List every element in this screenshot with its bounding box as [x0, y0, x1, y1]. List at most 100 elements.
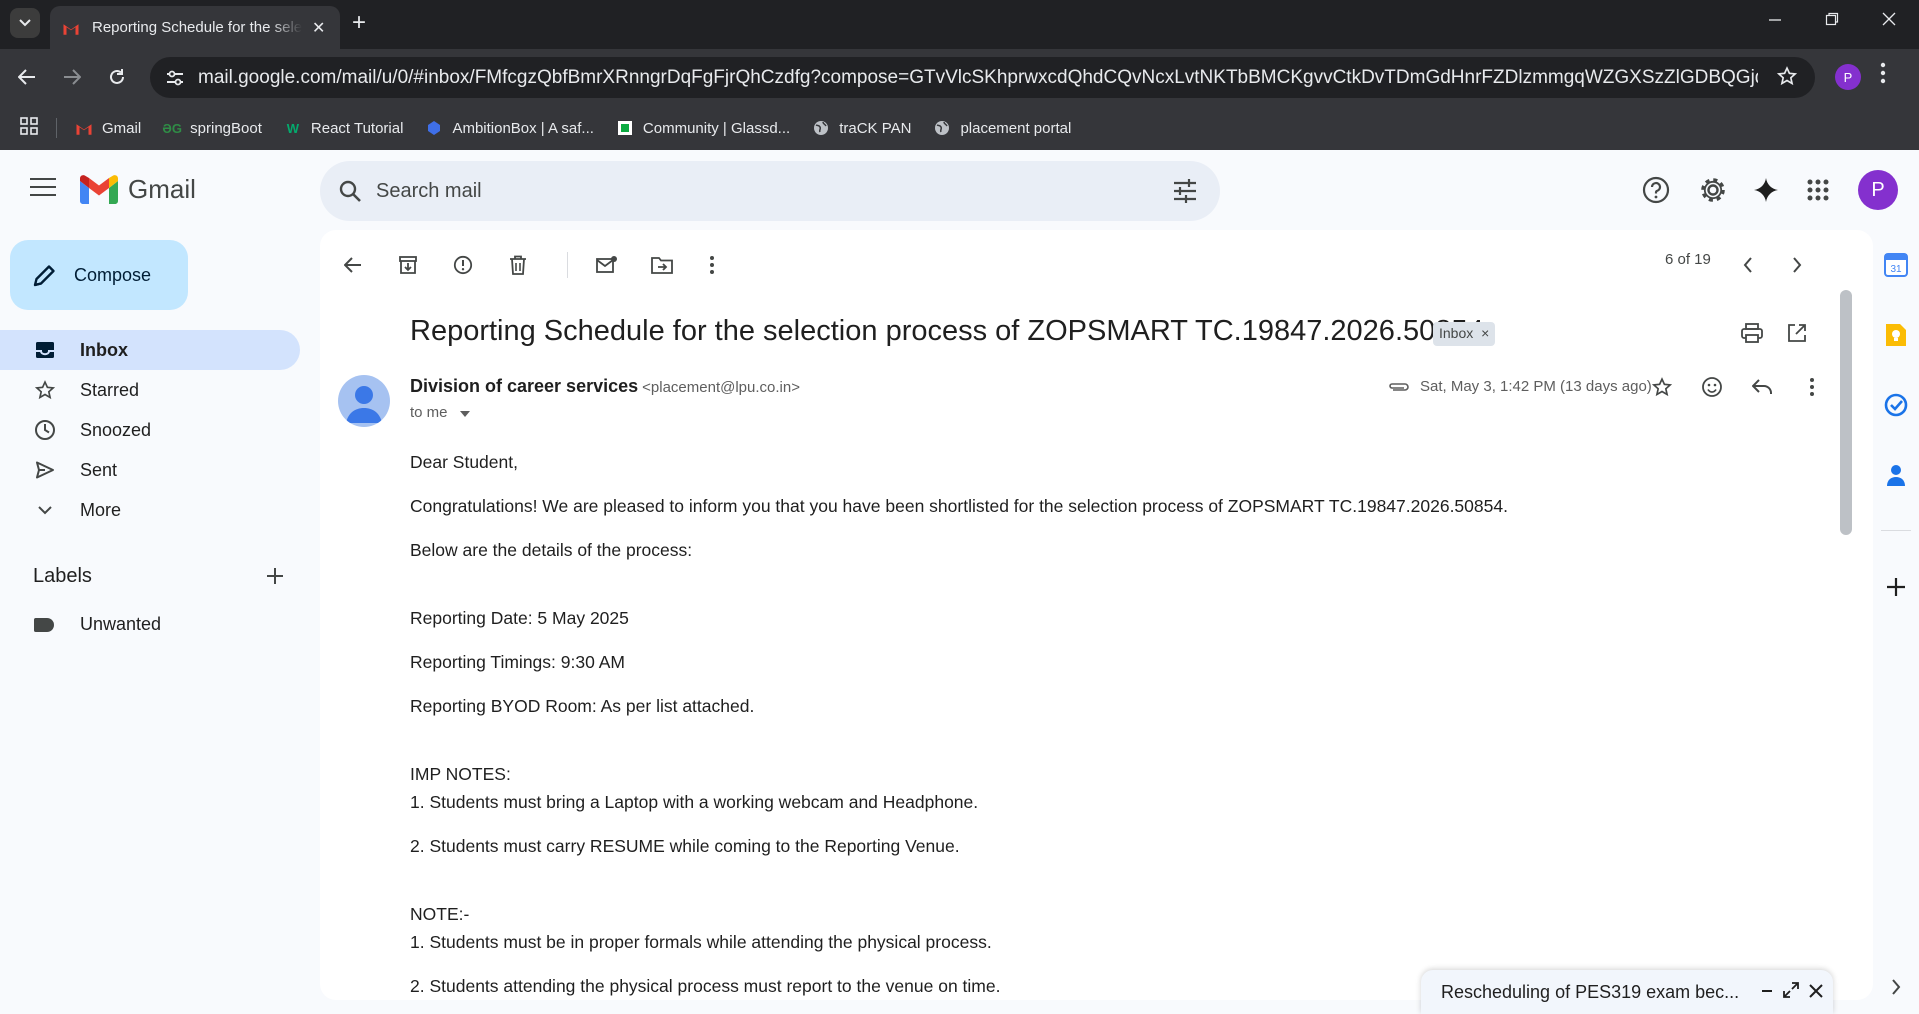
minimized-compose-window[interactable]: Rescheduling of PES319 exam bec... [1421, 970, 1833, 1014]
sender-email: <placement@lpu.co.in> [642, 379, 800, 396]
search-icon[interactable] [338, 179, 362, 203]
label-chip-inbox[interactable]: Inbox × [1433, 322, 1496, 346]
url-text[interactable]: mail.google.com/mail/u/0/#inbox/FMfcgzQb… [198, 67, 1758, 89]
minimize-icon [1769, 19, 1781, 21]
reply-button[interactable] [1747, 372, 1777, 402]
apps-grid-icon[interactable] [20, 116, 38, 140]
recipient-details[interactable]: to me [410, 404, 470, 421]
browser-tab-active[interactable]: Reporting Schedule for the selection pro… [50, 6, 340, 49]
newer-message-button[interactable] [1733, 250, 1763, 280]
sender-display-name: Division of career services [410, 376, 639, 396]
main-menu-icon[interactable] [30, 178, 56, 202]
search-options-icon[interactable] [1172, 178, 1198, 209]
create-label-button[interactable] [266, 561, 284, 592]
print-icon [1741, 323, 1763, 343]
contacts-icon[interactable] [1873, 455, 1919, 495]
reload-icon [110, 69, 124, 84]
sender-name[interactable]: Division of career services <placement@lp… [410, 376, 800, 397]
new-tab-button[interactable]: + [352, 10, 366, 36]
expand-side-panel-icon[interactable] [1873, 967, 1919, 1007]
nav-item-more[interactable]: More [0, 490, 300, 530]
address-bar[interactable]: mail.google.com/mail/u/0/#inbox/FMfcgzQb… [150, 57, 1815, 98]
message-more-button[interactable] [1797, 372, 1827, 402]
body-spacer [410, 740, 1710, 764]
compose-draft-title[interactable]: Rescheduling of PES319 exam bec... [1441, 982, 1751, 1003]
back-button[interactable] [12, 62, 42, 92]
restore-window-button[interactable] [1825, 10, 1839, 31]
older-message-button[interactable] [1782, 250, 1812, 280]
pencil-icon [33, 265, 55, 287]
bookmark-glassdoor[interactable]: Community | Glassd... [616, 119, 790, 137]
keep-icon[interactable] [1873, 315, 1919, 355]
mark-unread-button[interactable] [592, 250, 622, 280]
caret-down-icon[interactable] [459, 411, 470, 417]
minimize-window-button[interactable] [1768, 10, 1782, 31]
label-item-unwanted[interactable]: Unwanted [34, 614, 161, 635]
bookmark-placement-portal[interactable]: placement portal [933, 119, 1071, 137]
close-icon[interactable]: ✕ [312, 18, 325, 38]
print-all-button[interactable] [1737, 318, 1767, 348]
close-icon[interactable] [1809, 982, 1823, 1003]
account-avatar[interactable]: P [1858, 170, 1898, 210]
calendar-icon[interactable]: 31 [1873, 245, 1919, 285]
delete-button[interactable] [503, 250, 533, 280]
bookmark-react-tutorial[interactable]: W React Tutorial [284, 119, 404, 137]
more-vert-icon [710, 256, 714, 274]
bookmark-ambitionbox[interactable]: AmbitionBox | A saf... [425, 119, 594, 137]
trash-icon [510, 255, 526, 275]
tasks-icon[interactable] [1873, 385, 1919, 425]
browser-profile-avatar[interactable]: P [1835, 64, 1861, 90]
label-chip-text: Inbox [1439, 325, 1474, 341]
star-icon [34, 379, 56, 401]
help-icon[interactable] [1640, 174, 1672, 206]
chevron-left-icon [1743, 257, 1752, 273]
ambitionbox-icon [425, 119, 443, 137]
remove-label-icon[interactable]: × [1481, 325, 1489, 341]
compose-button[interactable]: Compose [10, 240, 188, 310]
add-reaction-button[interactable] [1697, 372, 1727, 402]
sender-avatar[interactable] [338, 375, 390, 427]
move-to-button[interactable] [647, 250, 677, 280]
forward-button[interactable] [57, 62, 87, 92]
gmail-logo[interactable]: Gmail [80, 174, 196, 205]
close-window-button[interactable] [1882, 10, 1896, 31]
star-icon [1652, 377, 1672, 397]
star-message-button[interactable] [1647, 372, 1677, 402]
side-panel-divider [1881, 530, 1911, 531]
bookmark-springboot[interactable]: ƏG springBoot [162, 119, 262, 137]
nav-item-sent[interactable]: Sent [0, 450, 300, 490]
open-new-window-button[interactable] [1782, 318, 1812, 348]
plus-icon [267, 568, 283, 584]
bookmark-label: React Tutorial [310, 119, 404, 137]
chevron-down-icon [34, 499, 56, 521]
nav-item-inbox[interactable]: Inbox [0, 330, 300, 370]
message-timestamp: Sat, May 3, 1:42 PM (13 days ago) [1388, 378, 1652, 395]
browser-menu-icon[interactable] [1880, 62, 1886, 90]
nav-item-starred[interactable]: Starred [0, 370, 300, 410]
search-input[interactable]: Search mail [376, 180, 482, 203]
full-screen-icon[interactable] [1783, 981, 1799, 1003]
reload-button[interactable] [102, 62, 132, 92]
bookmark-star-icon[interactable] [1776, 66, 1798, 92]
gmail-wordmark: Gmail [128, 174, 196, 204]
bookmark-label: Community | Glassd... [642, 119, 791, 137]
gemini-sparkle-icon[interactable] [1750, 174, 1782, 206]
settings-gear-icon[interactable] [1697, 174, 1729, 206]
more-actions-button[interactable] [697, 250, 727, 280]
bookmark-gmail[interactable]: Gmail [75, 119, 141, 137]
archive-button[interactable] [393, 250, 423, 280]
google-apps-icon[interactable] [1802, 174, 1834, 206]
site-settings-icon[interactable] [164, 67, 186, 89]
minimize-icon[interactable] [1761, 982, 1773, 1003]
nav-item-snoozed[interactable]: Snoozed [0, 410, 300, 450]
tab-search-button[interactable] [10, 8, 40, 38]
report-spam-button[interactable] [448, 250, 478, 280]
side-panel: 31 [1873, 230, 1919, 1014]
get-addons-icon[interactable] [1873, 567, 1919, 607]
mark-unread-icon [596, 256, 617, 273]
search-mail-bar[interactable]: Search mail [320, 161, 1220, 221]
bookmark-track-pan[interactable]: traCK PAN [812, 119, 911, 137]
message-scrollbar[interactable] [1840, 290, 1852, 535]
inbox-icon [34, 339, 56, 361]
back-to-inbox-button[interactable] [338, 250, 368, 280]
